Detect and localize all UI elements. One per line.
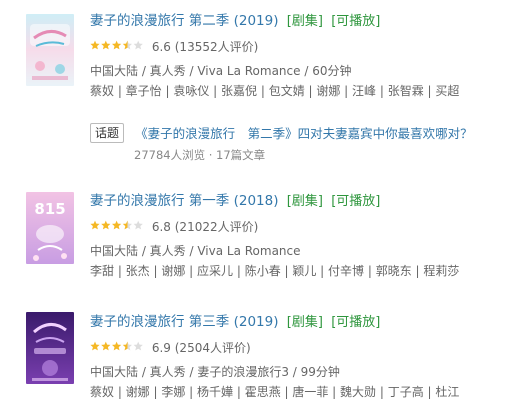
tag-playable-link[interactable]: [可播放]: [331, 315, 380, 330]
result-title-link[interactable]: 妻子的浪漫旅行 第二季 (2019): [90, 13, 278, 29]
tag-playable-link[interactable]: [可播放]: [331, 194, 380, 209]
rating-stars: [90, 340, 144, 356]
result-meta: 中国大陆 / 真人秀 / 妻子的浪漫旅行3 / 99分钟: [90, 365, 340, 379]
rating-count: (13552人评价): [174, 40, 259, 54]
result-meta: 中国大陆 / 真人秀 / Viva La Romance / 60分钟: [90, 64, 352, 78]
star-icon: [122, 220, 132, 229]
topic-row: 话题 《妻子的浪漫旅行 第二季》四对夫妻嘉宾中你最喜欢哪对？ 27784人浏览 …: [90, 122, 514, 162]
star-icon: [133, 220, 143, 229]
star-icon: [133, 40, 143, 49]
star-icon: [101, 40, 111, 49]
topic-stats: 27784人浏览 · 17篇文章: [134, 148, 266, 162]
star-icon: [101, 220, 111, 229]
stars-svg: [90, 341, 143, 350]
tag-series-link[interactable]: [剧集]: [287, 14, 323, 29]
rating-score: 6.6: [151, 40, 171, 54]
topic-badge[interactable]: 话题: [90, 122, 125, 143]
star-icon: [90, 220, 100, 229]
svg-text:815: 815: [34, 200, 65, 218]
result-meta: 中国大陆 / 真人秀 / Viva La Romance: [90, 244, 301, 258]
result-title-link[interactable]: 妻子的浪漫旅行 第一季 (2018): [90, 193, 278, 209]
rating-stars: [90, 219, 144, 235]
poster-thumbnail[interactable]: [26, 14, 74, 86]
tag-playable-link[interactable]: [可播放]: [331, 14, 380, 29]
tag-series-link[interactable]: [剧集]: [287, 315, 323, 330]
result-cast: 蔡奴 | 谢娜 | 李娜 | 杨千嬅 | 霍思燕 | 唐一菲 | 魏大勋 | 丁…: [90, 385, 460, 399]
star-icon: [101, 341, 111, 350]
star-icon: [112, 341, 122, 350]
topic-title-link[interactable]: 《妻子的浪漫旅行 第二季》四对夫妻嘉宾中你最喜欢哪对？: [135, 126, 473, 141]
result-cast: 蔡奴 | 章子怡 | 袁咏仪 | 张嘉倪 | 包文婧 | 谢娜 | 汪峰 | 张…: [90, 84, 460, 98]
star-icon: [90, 40, 100, 49]
rating-count: (21022人评价): [174, 220, 259, 234]
rating-count: (2504人评价): [174, 341, 251, 355]
star-icon: [90, 341, 100, 350]
stars-svg: [90, 220, 143, 229]
rating-score: 6.8: [151, 220, 171, 234]
rating-stars: [90, 39, 144, 55]
tag-series-link[interactable]: [剧集]: [287, 194, 323, 209]
poster-thumbnail[interactable]: 815: [26, 192, 74, 264]
stars-svg: [90, 40, 143, 49]
star-icon: [122, 341, 132, 350]
star-icon: [112, 220, 122, 229]
star-icon: [133, 341, 143, 350]
poster-thumbnail[interactable]: [26, 312, 74, 384]
result-title-link[interactable]: 妻子的浪漫旅行 第三季 (2019): [90, 314, 278, 330]
result-cast: 李甜 | 张杰 | 谢娜 | 应采儿 | 陈小春 | 颖儿 | 付辛博 | 郭晓…: [90, 264, 460, 278]
star-icon: [122, 40, 132, 49]
rating-score: 6.9: [151, 341, 171, 355]
star-icon: [112, 40, 122, 49]
